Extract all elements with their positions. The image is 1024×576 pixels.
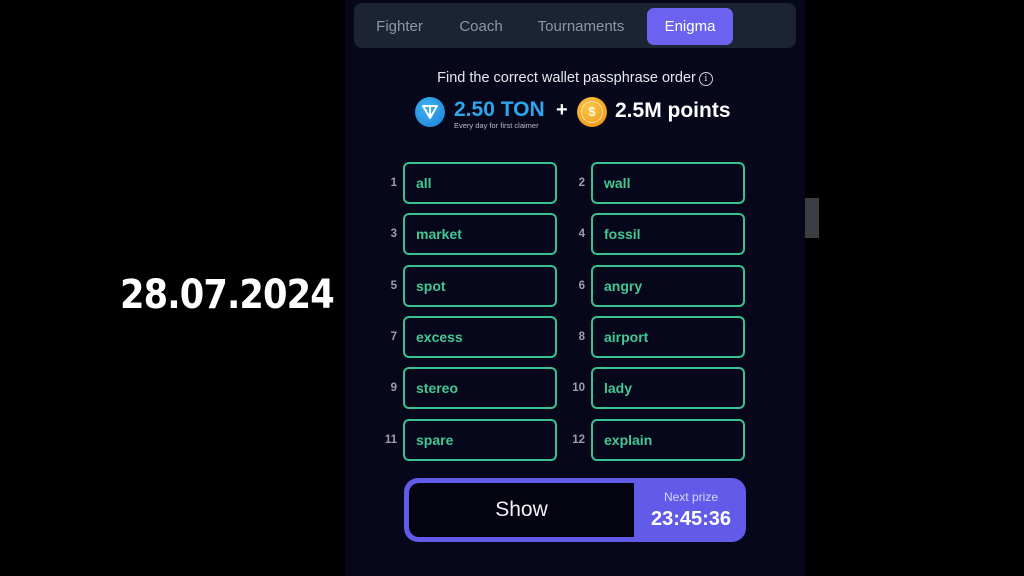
next-prize-label: Next prize [663, 490, 719, 504]
tab-fighter[interactable]: Fighter [362, 8, 437, 45]
word-slot[interactable]: 8 airport [579, 315, 745, 358]
word-index: 5 [390, 279, 397, 292]
word-box[interactable]: spot [403, 264, 557, 307]
enigma-title: Find the correct wallet passphrase order… [345, 70, 805, 86]
word-slot[interactable]: 10 lady [572, 367, 745, 410]
word-box[interactable]: lady [591, 367, 745, 410]
word-slot[interactable]: 7 excess [391, 315, 557, 358]
word-text: explain [604, 431, 653, 448]
word-slot[interactable]: 5 spot [391, 264, 557, 307]
word-index: 4 [578, 228, 585, 241]
word-slot[interactable]: 3 market [391, 213, 557, 256]
next-prize-timer: 23:45:36 [650, 508, 732, 530]
word-slot[interactable]: 11 spare [385, 418, 557, 461]
word-index: 9 [390, 382, 397, 395]
word-box[interactable]: stereo [403, 367, 557, 410]
word-slot[interactable]: 1 all [391, 162, 557, 204]
scrollbar-thumb[interactable] [805, 198, 819, 238]
word-slot[interactable]: 6 angry [579, 264, 745, 307]
tab-enigma[interactable]: Enigma [647, 8, 733, 45]
word-text: stereo [416, 380, 459, 397]
word-index: 12 [572, 433, 585, 446]
plus-sign: + [556, 99, 568, 121]
word-text: excess [416, 328, 463, 345]
word-slot[interactable]: 2 wall [579, 162, 745, 204]
word-index: 2 [578, 177, 585, 189]
word-index: 6 [578, 279, 585, 292]
tab-bar: Fighter Coach Tournaments Enigma [354, 3, 796, 48]
word-slot[interactable]: 9 stereo [391, 367, 557, 410]
show-button[interactable]: Show [409, 483, 634, 537]
date-overlay: 28.07.2024 [120, 272, 335, 318]
word-text: fossil [604, 226, 641, 243]
word-box[interactable]: explain [591, 418, 745, 461]
reward-row: 2.50 TON Every day for first claimer + $… [415, 96, 745, 130]
tab-coach[interactable]: Coach [446, 8, 516, 45]
word-slot[interactable]: 12 explain [572, 418, 745, 461]
ton-logo-icon [415, 97, 445, 127]
word-text: airport [604, 328, 649, 345]
action-bar: Show Next prize 23:45:36 [404, 478, 746, 542]
word-index: 7 [390, 330, 397, 343]
word-text: market [416, 226, 462, 243]
enigma-title-text: Find the correct wallet passphrase order [437, 70, 696, 86]
word-box[interactable]: angry [591, 264, 745, 307]
word-text: wall [604, 175, 631, 191]
word-box[interactable]: market [403, 213, 557, 256]
ton-amount: 2.50 TON [454, 98, 545, 121]
word-text: all [416, 175, 432, 191]
word-text: angry [604, 277, 643, 294]
word-box[interactable]: wall [591, 162, 745, 204]
word-box[interactable]: excess [403, 315, 557, 358]
ton-note: Every day for first claimer [454, 121, 539, 130]
word-box[interactable]: fossil [591, 213, 745, 256]
word-index: 1 [390, 177, 397, 189]
dollar-coin-icon: $ [577, 97, 607, 127]
word-box[interactable]: airport [591, 315, 745, 358]
word-box[interactable]: all [403, 162, 557, 204]
word-index: 11 [384, 433, 397, 446]
tab-tournaments[interactable]: Tournaments [530, 8, 632, 45]
word-text: lady [604, 380, 633, 397]
word-index: 3 [390, 228, 397, 241]
info-icon[interactable]: i [698, 72, 713, 86]
word-index: 10 [572, 382, 585, 395]
word-slot[interactable]: 4 fossil [579, 213, 745, 256]
word-text: spare [416, 431, 454, 448]
app-panel: Fighter Coach Tournaments Enigma Find th… [345, 0, 805, 576]
word-index: 8 [578, 330, 585, 343]
word-text: spot [416, 277, 446, 294]
word-box[interactable]: spare [403, 418, 557, 461]
points-amount: 2.5M points [615, 99, 731, 122]
